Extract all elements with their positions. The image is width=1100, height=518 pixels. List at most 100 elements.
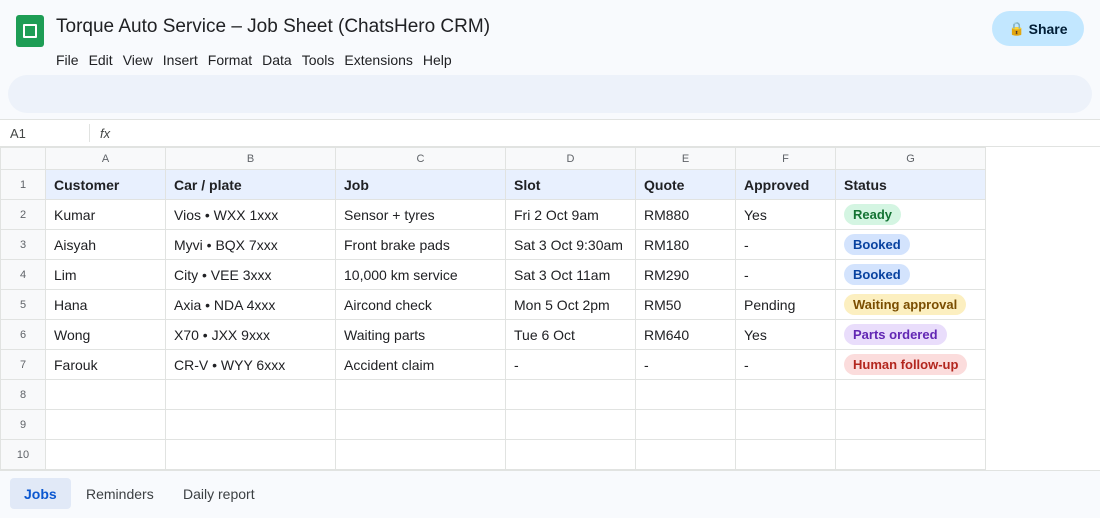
header-cell[interactable]: Customer <box>45 169 166 200</box>
cell-job[interactable]: Waiting parts <box>335 319 506 350</box>
empty-cell[interactable] <box>505 409 636 440</box>
tab-daily-report[interactable]: Daily report <box>169 478 269 509</box>
empty-cell[interactable] <box>165 439 336 470</box>
cell-job[interactable]: Front brake pads <box>335 229 506 260</box>
cell-approved[interactable]: - <box>735 259 836 290</box>
empty-cell[interactable] <box>335 439 506 470</box>
empty-cell[interactable] <box>45 439 166 470</box>
menu-extensions[interactable]: Extensions <box>344 52 418 68</box>
cell-quote[interactable]: RM880 <box>635 199 736 230</box>
empty-cell[interactable] <box>335 379 506 410</box>
name-box[interactable]: A1 <box>10 126 26 141</box>
cell-slot[interactable]: Sat 3 Oct 9:30am <box>505 229 636 260</box>
menu-tools[interactable]: Tools <box>302 52 341 68</box>
cell-quote[interactable]: RM180 <box>635 229 736 260</box>
empty-cell[interactable] <box>165 379 336 410</box>
cell-status[interactable]: Booked <box>835 229 986 260</box>
row-number[interactable]: 4 <box>0 259 46 290</box>
empty-cell[interactable] <box>835 439 986 470</box>
cell-approved[interactable]: Pending <box>735 289 836 320</box>
header-cell[interactable]: Slot <box>505 169 636 200</box>
cell-customer[interactable]: Kumar <box>45 199 166 230</box>
tab-jobs[interactable]: Jobs <box>10 478 71 509</box>
empty-cell[interactable] <box>165 409 336 440</box>
cell-customer[interactable]: Hana <box>45 289 166 320</box>
cell-approved[interactable]: - <box>735 229 836 260</box>
empty-cell[interactable] <box>45 379 166 410</box>
row-number[interactable]: 2 <box>0 199 46 230</box>
cell-slot[interactable]: Tue 6 Oct <box>505 319 636 350</box>
empty-cell[interactable] <box>635 439 736 470</box>
empty-cell[interactable] <box>45 409 166 440</box>
empty-cell[interactable] <box>505 439 636 470</box>
cell-slot[interactable]: Sat 3 Oct 11am <box>505 259 636 290</box>
cell-slot[interactable]: Fri 2 Oct 9am <box>505 199 636 230</box>
cell-job[interactable]: 10,000 km service <box>335 259 506 290</box>
row-number[interactable]: 7 <box>0 349 46 380</box>
cell-customer[interactable]: Aisyah <box>45 229 166 260</box>
cell-car[interactable]: City • VEE 3xxx <box>165 259 336 290</box>
cell-quote[interactable]: RM290 <box>635 259 736 290</box>
cell-customer[interactable]: Farouk <box>45 349 166 380</box>
column-header-f[interactable]: F <box>735 147 836 170</box>
empty-cell[interactable] <box>735 439 836 470</box>
menu-help[interactable]: Help <box>423 52 458 68</box>
column-header-b[interactable]: B <box>165 147 336 170</box>
empty-cell[interactable] <box>835 379 986 410</box>
column-header-a[interactable]: A <box>45 147 166 170</box>
empty-cell[interactable] <box>635 409 736 440</box>
header-cell[interactable]: Quote <box>635 169 736 200</box>
menu-format[interactable]: Format <box>208 52 258 68</box>
cell-status[interactable]: Waiting approval <box>835 289 986 320</box>
cell-car[interactable]: CR-V • WYY 6xxx <box>165 349 336 380</box>
column-header-c[interactable]: C <box>335 147 506 170</box>
cell-job[interactable]: Aircond check <box>335 289 506 320</box>
cell-quote[interactable]: RM640 <box>635 319 736 350</box>
select-all-corner[interactable] <box>0 147 46 170</box>
cell-customer[interactable]: Wong <box>45 319 166 350</box>
empty-cell[interactable] <box>735 409 836 440</box>
share-button[interactable]: 🔒 Share <box>992 11 1084 46</box>
sheets-logo-icon[interactable] <box>16 15 44 47</box>
cell-slot[interactable]: - <box>505 349 636 380</box>
empty-cell[interactable] <box>335 409 506 440</box>
row-number[interactable]: 9 <box>0 409 46 440</box>
menu-view[interactable]: View <box>123 52 159 68</box>
header-cell[interactable]: Job <box>335 169 506 200</box>
cell-car[interactable]: Myvi • BQX 7xxx <box>165 229 336 260</box>
menu-file[interactable]: File <box>56 52 85 68</box>
cell-quote[interactable]: RM50 <box>635 289 736 320</box>
cell-slot[interactable]: Mon 5 Oct 2pm <box>505 289 636 320</box>
menu-edit[interactable]: Edit <box>89 52 119 68</box>
cell-job[interactable]: Accident claim <box>335 349 506 380</box>
cell-status[interactable]: Human follow-up <box>835 349 986 380</box>
document-title[interactable]: Torque Auto Service – Job Sheet (ChatsHe… <box>56 16 490 38</box>
header-cell[interactable]: Status <box>835 169 986 200</box>
cell-approved[interactable]: Yes <box>735 319 836 350</box>
column-header-e[interactable]: E <box>635 147 736 170</box>
cell-status[interactable]: Ready <box>835 199 986 230</box>
row-number[interactable]: 3 <box>0 229 46 260</box>
row-number[interactable]: 6 <box>0 319 46 350</box>
column-header-g[interactable]: G <box>835 147 986 170</box>
row-number[interactable]: 8 <box>0 379 46 410</box>
cell-car[interactable]: X70 • JXX 9xxx <box>165 319 336 350</box>
cell-status[interactable]: Parts ordered <box>835 319 986 350</box>
row-number[interactable]: 10 <box>0 439 46 470</box>
cell-car[interactable]: Axia • NDA 4xxx <box>165 289 336 320</box>
empty-cell[interactable] <box>835 409 986 440</box>
cell-approved[interactable]: Yes <box>735 199 836 230</box>
cell-status[interactable]: Booked <box>835 259 986 290</box>
cell-car[interactable]: Vios • WXX 1xxx <box>165 199 336 230</box>
row-number[interactable]: 5 <box>0 289 46 320</box>
tab-reminders[interactable]: Reminders <box>72 478 168 509</box>
cell-approved[interactable]: - <box>735 349 836 380</box>
empty-cell[interactable] <box>635 379 736 410</box>
row-number[interactable]: 1 <box>0 169 46 200</box>
column-header-d[interactable]: D <box>505 147 636 170</box>
empty-cell[interactable] <box>735 379 836 410</box>
menu-insert[interactable]: Insert <box>163 52 204 68</box>
cell-quote[interactable]: - <box>635 349 736 380</box>
menu-data[interactable]: Data <box>262 52 298 68</box>
cell-customer[interactable]: Lim <box>45 259 166 290</box>
